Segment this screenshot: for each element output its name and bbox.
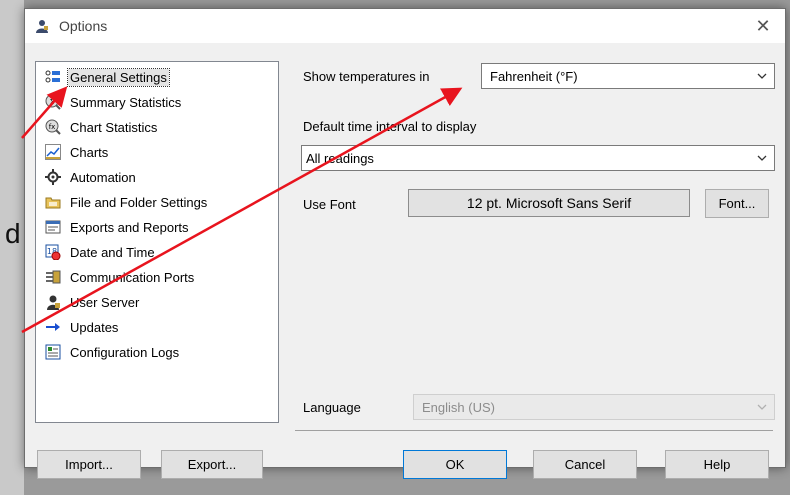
font-button[interactable]: Font...: [705, 189, 769, 218]
export-button[interactable]: Export...: [161, 450, 263, 479]
import-button[interactable]: Import...: [37, 450, 141, 479]
nav-label: Summary Statistics: [70, 94, 182, 110]
ok-button[interactable]: OK: [403, 450, 507, 479]
user-server-icon: [44, 293, 62, 311]
settings-list-icon: [44, 68, 62, 86]
port-icon: [44, 268, 62, 286]
language-label: Language: [303, 400, 361, 415]
temperature-unit-select[interactable]: Fahrenheit (°F): [481, 63, 775, 89]
temperature-unit-value: Fahrenheit (°F): [490, 69, 578, 84]
nav-item-date-time[interactable]: 18 Date and Time: [44, 241, 157, 263]
time-interval-label: Default time interval to display: [303, 119, 477, 134]
language-select[interactable]: English (US): [413, 394, 775, 420]
time-interval-value: All readings: [306, 151, 374, 166]
svg-text:Σ: Σ: [50, 98, 54, 106]
nav-label: Charts: [70, 144, 109, 160]
arrow-right-icon: [44, 318, 62, 336]
nav-item-updates[interactable]: Updates: [44, 316, 120, 338]
nav-label: Communication Ports: [70, 269, 195, 285]
nav-item-summary-statistics[interactable]: Σ Summary Statistics: [44, 91, 183, 113]
use-font-label: Use Font: [303, 197, 356, 212]
report-icon: [44, 218, 62, 236]
font-display: 12 pt. Microsoft Sans Serif: [408, 189, 690, 217]
nav-item-exports-reports[interactable]: Exports and Reports: [44, 216, 191, 238]
options-dialog: Options ✕ General Settings Σ Summary Sta…: [24, 8, 786, 479]
calendar-clock-icon: 18: [44, 243, 62, 261]
title-bar: Options ✕: [25, 9, 785, 43]
background-text-fragment: d: [5, 218, 21, 249]
nav-item-file-folder-settings[interactable]: File and Folder Settings: [44, 191, 209, 213]
chevron-down-icon: [757, 404, 767, 410]
divider: [295, 430, 773, 431]
help-button[interactable]: Help: [665, 450, 769, 479]
nav-label: User Server: [70, 294, 140, 310]
nav-item-communication-ports[interactable]: Communication Ports: [44, 266, 196, 288]
nav-item-automation[interactable]: Automation: [44, 166, 138, 188]
nav-label: Exports and Reports: [70, 219, 189, 235]
chevron-down-icon: [757, 155, 767, 161]
nav-label: Date and Time: [70, 244, 155, 260]
dialog-title: Options: [59, 18, 108, 34]
temperature-unit-label: Show temperatures in: [303, 69, 430, 84]
nav-item-chart-statistics[interactable]: fx Chart Statistics: [44, 116, 159, 138]
nav-item-user-server[interactable]: User Server: [44, 291, 141, 313]
time-interval-select[interactable]: All readings: [301, 145, 775, 171]
nav-item-charts[interactable]: Charts: [44, 141, 110, 163]
nav-label: File and Folder Settings: [70, 194, 208, 210]
summary-statistics-icon: Σ: [44, 93, 62, 111]
close-button[interactable]: ✕: [749, 13, 777, 39]
nav-label: Chart Statistics: [70, 119, 158, 135]
log-icon: [44, 343, 62, 361]
svg-text:fx: fx: [49, 123, 56, 131]
gear-icon: [44, 168, 62, 186]
nav-label: Automation: [70, 169, 136, 185]
language-value: English (US): [422, 400, 495, 415]
folder-icon: [44, 193, 62, 211]
nav-item-general-settings[interactable]: General Settings: [44, 66, 170, 88]
nav-label: Updates: [70, 319, 119, 335]
nav-item-configuration-logs[interactable]: Configuration Logs: [44, 341, 181, 363]
cancel-button[interactable]: Cancel: [533, 450, 637, 479]
chevron-down-icon: [757, 73, 767, 79]
app-user-icon: [36, 20, 48, 33]
nav-label: General Settings: [67, 67, 170, 87]
nav-label: Configuration Logs: [70, 344, 180, 360]
line-chart-icon: [44, 143, 62, 161]
settings-category-list[interactable]: General Settings Σ Summary Statistics fx…: [35, 61, 279, 423]
chart-statistics-icon: fx: [44, 118, 62, 136]
